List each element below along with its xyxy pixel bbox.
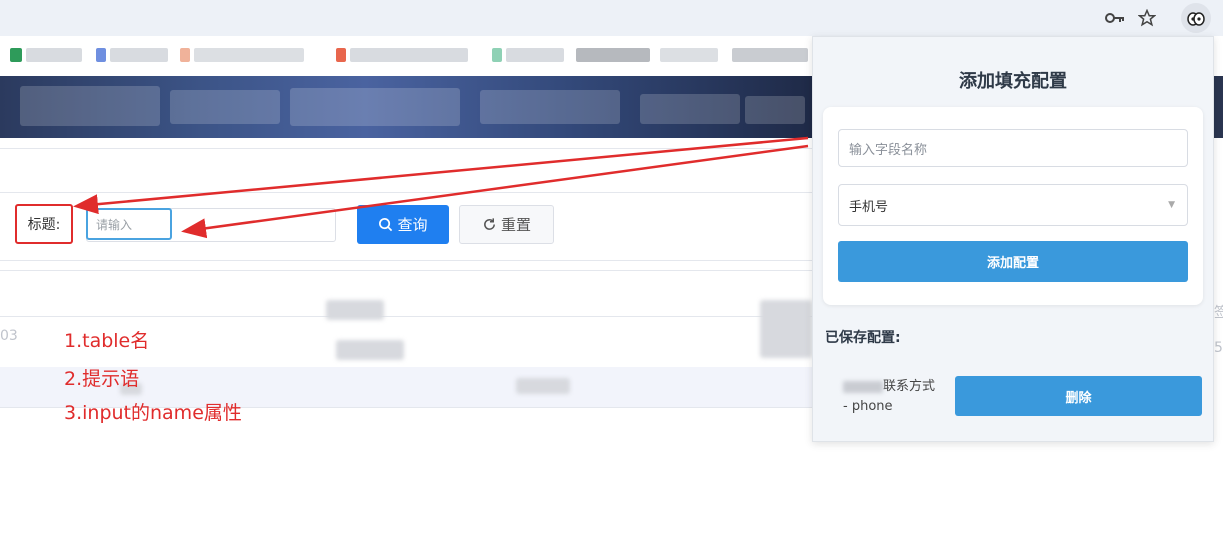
saved-config-key: - phone [843,399,893,414]
field-name-input[interactable]: 输入字段名称 [838,129,1188,167]
popup-title: 添加填充配置 [959,71,1067,92]
banner-edge [1213,76,1223,138]
saved-config-item: 联系方式 - phone [843,377,953,417]
field-type-select[interactable]: 手机号 ▼ [838,184,1188,226]
divider [0,148,812,149]
blurred-cell [336,340,404,360]
row-number: 03 [0,328,18,344]
reset-button-label: 重置 [500,216,531,234]
query-button[interactable]: 查询 [357,205,449,244]
fill-config-popup: 添加填充配置 输入字段名称 手机号 ▼ 添加配置 已保存配置: 联系方式 - p… [812,36,1214,442]
query-button-label: 查询 [397,216,428,234]
annotation-3: 3.input的name属性 [64,402,242,424]
saved-config-title: 已保存配置: [825,330,901,346]
bookmark-item[interactable] [180,48,190,62]
search-icon [379,218,393,232]
blurred-cell [760,300,812,358]
bookmark-item[interactable] [506,48,564,62]
saved-config-name: 联系方式 [883,379,936,394]
extension-avatar-icon[interactable] [1181,3,1211,33]
blurred-text [843,380,883,393]
star-icon[interactable] [1135,6,1159,30]
bookmarks-bar [0,36,812,76]
bookmark-item[interactable] [350,48,468,62]
annotation-2: 2.提示语 [64,368,140,390]
site-banner [0,76,812,138]
bookmark-item[interactable] [10,48,22,62]
bookmark-item[interactable] [492,48,502,62]
delete-config-button[interactable]: 删除 [955,376,1202,416]
cell-fragment: 56 [1214,340,1223,356]
bookmark-item[interactable] [26,48,82,62]
divider [0,260,812,261]
key-icon[interactable] [1103,6,1127,30]
bookmark-item[interactable] [96,48,106,62]
field-type-value: 手机号 [849,199,889,215]
divider [0,270,812,271]
title-label: 标题: [15,204,73,244]
header-fragment: 签 [1214,305,1223,321]
bookmark-item[interactable] [194,48,304,62]
chevron-down-icon: ▼ [1168,200,1175,210]
divider [0,192,812,193]
bookmark-item[interactable] [660,48,718,62]
add-config-button[interactable]: 添加配置 [838,241,1188,282]
divider [0,316,812,317]
config-card: 输入字段名称 手机号 ▼ 添加配置 [823,107,1203,305]
refresh-icon [484,218,495,230]
blurred-cell [516,378,570,394]
title-input[interactable]: 请输入 [86,208,172,240]
bookmark-item[interactable] [732,48,808,62]
bookmark-item[interactable] [336,48,346,62]
annotation-1: 1.table名 [64,330,150,352]
bookmark-item[interactable] [110,48,168,62]
blurred-cell [326,300,384,320]
browser-toolbar [0,0,1223,36]
bookmark-item[interactable] [576,48,650,62]
reset-button[interactable]: 重置 [459,205,554,244]
